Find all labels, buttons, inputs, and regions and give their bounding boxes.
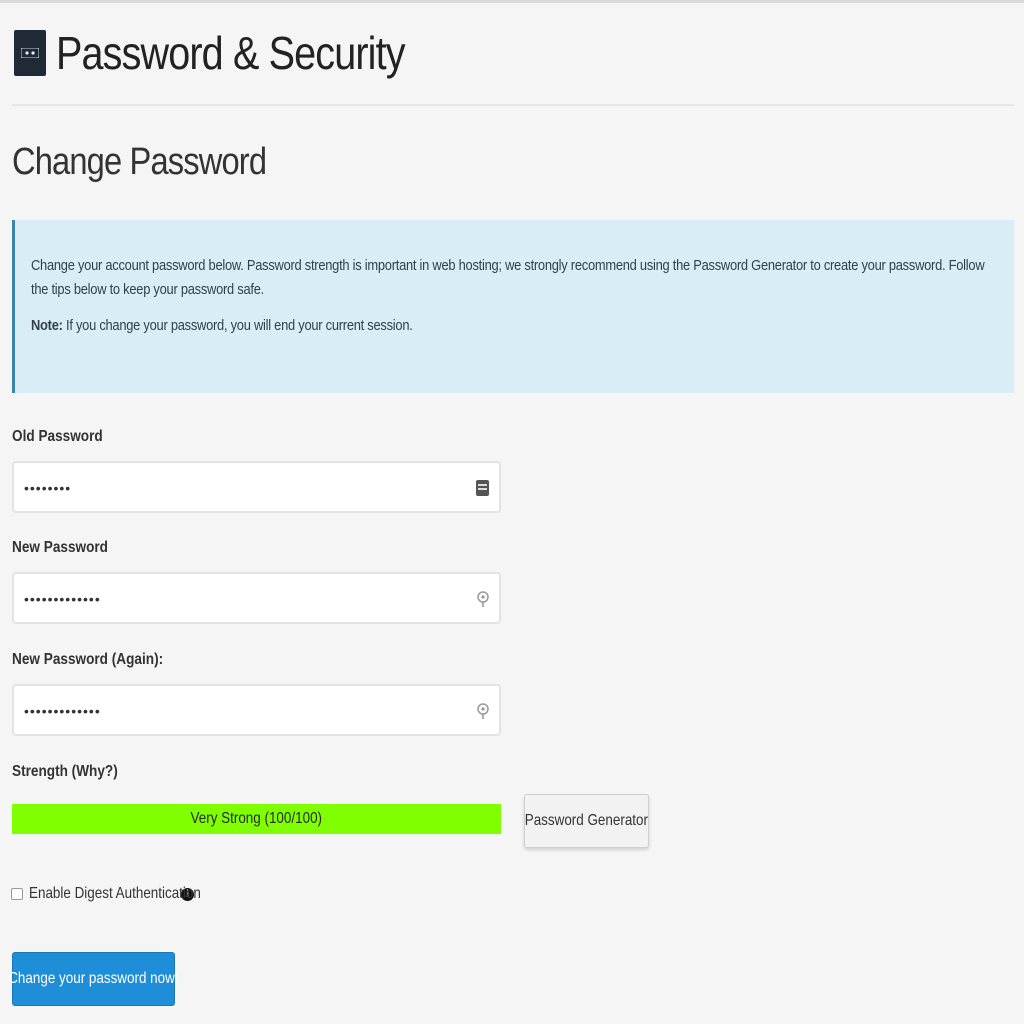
old-password-input[interactable] bbox=[22, 473, 466, 503]
info-alert: Change your account password below. Pass… bbox=[12, 220, 1014, 393]
strength-text: Very Strong (100/100) bbox=[190, 810, 323, 827]
note-label: Note: bbox=[31, 317, 63, 334]
page-header: Password & Security bbox=[14, 26, 461, 80]
info-note: Note: If you change your password, you w… bbox=[31, 314, 861, 338]
old-password-label: Old Password bbox=[12, 428, 103, 445]
info-text: Change your account password below. Pass… bbox=[31, 257, 985, 298]
new-password-label: New Password bbox=[12, 539, 108, 556]
digest-auth-checkbox[interactable] bbox=[11, 888, 23, 900]
strength-meter: Very Strong (100/100) bbox=[12, 804, 501, 834]
new-password-again-label: New Password (Again): bbox=[12, 651, 164, 668]
change-password-button[interactable]: Change your password now! bbox=[8, 952, 179, 1006]
top-border bbox=[0, 0, 1024, 3]
note-text: If you change your password, you will en… bbox=[62, 317, 413, 334]
header-divider bbox=[12, 104, 1014, 106]
password-generator-label: Password Generator bbox=[524, 812, 649, 829]
password-security-icon bbox=[14, 30, 46, 76]
new-password-field[interactable] bbox=[12, 572, 501, 624]
page-title: Password & Security bbox=[56, 27, 405, 79]
key-icon[interactable] bbox=[475, 700, 491, 722]
new-password-again-field[interactable] bbox=[12, 684, 501, 736]
new-password-input[interactable] bbox=[22, 584, 466, 614]
digest-auth-option[interactable]: Enable Digest Authentication i bbox=[11, 885, 201, 903]
key-icon[interactable] bbox=[475, 588, 491, 610]
section-title: Change Password bbox=[12, 141, 267, 183]
password-manager-icon[interactable] bbox=[475, 477, 491, 499]
digest-auth-label: Enable Digest Authentication bbox=[29, 885, 201, 902]
change-password-label: Change your password now! bbox=[8, 970, 179, 987]
password-generator-button[interactable]: Password Generator bbox=[524, 794, 649, 848]
strength-label: Strength (Why?) bbox=[12, 763, 118, 780]
new-password-again-input[interactable] bbox=[22, 696, 466, 726]
old-password-field[interactable] bbox=[12, 461, 501, 513]
